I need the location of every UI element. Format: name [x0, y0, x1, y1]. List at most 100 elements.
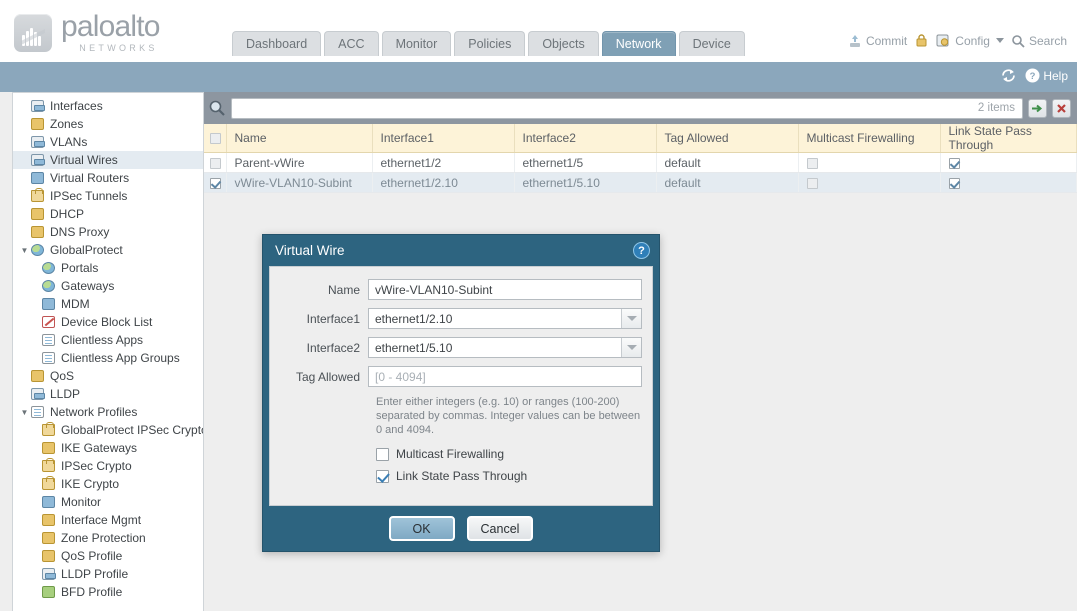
- interface-mgmt-icon: [41, 513, 57, 527]
- column-header-link-state-pass-through[interactable]: Link State Pass Through: [940, 124, 1077, 153]
- device-block-list-icon: [41, 315, 57, 329]
- sidebar-item-label: QoS: [50, 369, 75, 383]
- tab-acc[interactable]: ACC: [324, 31, 379, 56]
- config-menu[interactable]: Config: [936, 33, 1004, 48]
- row-name-cell: Parent-vWire: [226, 152, 373, 173]
- column-header-name[interactable]: Name: [226, 124, 373, 153]
- commit-button[interactable]: Commit: [848, 34, 907, 48]
- sidebar-item-lldp-profile[interactable]: LLDP Profile: [13, 565, 203, 583]
- row-select-cell[interactable]: [204, 172, 227, 193]
- paloalto-logo-icon: [14, 13, 52, 52]
- cancel-button[interactable]: Cancel: [466, 516, 534, 541]
- sidebar-item-label: MDM: [61, 297, 90, 311]
- sidebar-item-device-block-list[interactable]: Device Block List: [13, 313, 203, 331]
- tab-device[interactable]: Device: [678, 31, 745, 56]
- sidebar-item-mdm[interactable]: MDM: [13, 295, 203, 313]
- sidebar-item-ike-crypto[interactable]: IKE Crypto: [13, 475, 203, 493]
- name-input[interactable]: vWire-VLAN10-Subint: [368, 279, 642, 300]
- tab-policies[interactable]: Policies: [454, 31, 526, 56]
- portals-icon: [41, 261, 57, 275]
- tab-objects[interactable]: Objects: [528, 31, 599, 56]
- multicast-firewalling-row[interactable]: Multicast Firewalling: [376, 447, 642, 461]
- sidebar-item-virtual-routers[interactable]: Virtual Routers: [13, 169, 203, 187]
- row-tag-allowed-cell: default: [656, 172, 799, 193]
- column-header-interface2[interactable]: Interface2: [514, 124, 657, 153]
- refresh-icon[interactable]: [1000, 67, 1017, 84]
- brand-logo: paloalto NETWORKS: [14, 12, 161, 53]
- sidebar-item-dhcp[interactable]: DHCP: [13, 205, 203, 223]
- help-button[interactable]: ? Help: [1025, 68, 1068, 83]
- select-all-checkbox[interactable]: [210, 133, 221, 144]
- arrow-right-icon: [1032, 104, 1043, 112]
- sidebar-item-network-profiles[interactable]: ▼ Network Profiles: [13, 403, 203, 421]
- chevron-down-icon: [995, 38, 1004, 43]
- sidebar-item-qos[interactable]: QoS: [13, 367, 203, 385]
- sidebar-item-qos-profile[interactable]: QoS Profile: [13, 547, 203, 565]
- interface1-dropdown-button[interactable]: [621, 309, 641, 328]
- interface1-field-row: Interface1 ethernet1/2.10: [280, 308, 642, 329]
- link-state-pass-through-checkbox[interactable]: [376, 469, 389, 483]
- sidebar-item-interfaces[interactable]: Interfaces: [13, 97, 203, 115]
- navigation-sidebar[interactable]: Interfaces Zones VLANs Virtual Wires Virtual…: [12, 92, 204, 611]
- search-menu[interactable]: Search: [1011, 34, 1067, 48]
- column-header-interface1[interactable]: Interface1: [372, 124, 515, 153]
- sidebar-item-globalprotect[interactable]: ▼ GlobalProtect: [13, 241, 203, 259]
- tab-monitor[interactable]: Monitor: [381, 31, 452, 56]
- search-input[interactable]: 2 items: [231, 97, 1023, 119]
- interface2-dropdown-button[interactable]: [621, 338, 641, 357]
- interface2-value: ethernet1/5.10: [375, 340, 453, 355]
- tab-network[interactable]: Network: [601, 31, 676, 56]
- sidebar-item-portals[interactable]: Portals: [13, 259, 203, 277]
- ike-gateways-icon: [41, 441, 57, 455]
- lock-icon[interactable]: [914, 33, 929, 48]
- sidebar-item-bfd-profile[interactable]: BFD Profile: [13, 583, 203, 601]
- sidebar-item-gateways[interactable]: Gateways: [13, 277, 203, 295]
- interface2-select[interactable]: ethernet1/5.10: [368, 337, 642, 358]
- sidebar-item-clientless-app-groups[interactable]: Clientless App Groups: [13, 349, 203, 367]
- row-select-cell[interactable]: [204, 152, 227, 173]
- search-icon[interactable]: [208, 99, 226, 117]
- clear-filter-button[interactable]: [1052, 98, 1071, 118]
- interface1-select[interactable]: ethernet1/2.10: [368, 308, 642, 329]
- sidebar-item-lldp[interactable]: LLDP: [13, 385, 203, 403]
- row-checkbox[interactable]: [210, 157, 221, 169]
- sidebar-item-globalprotect-ipsec-crypto[interactable]: GlobalProtect IPSec Crypto: [13, 421, 203, 439]
- sidebar-item-label: Virtual Wires: [50, 153, 118, 167]
- select-all-header[interactable]: [204, 124, 227, 153]
- sidebar-item-interface-mgmt[interactable]: Interface Mgmt: [13, 511, 203, 529]
- sidebar-item-ipsec-crypto[interactable]: IPSec Crypto: [13, 457, 203, 475]
- sidebar-item-zones[interactable]: Zones: [13, 115, 203, 133]
- sidebar-item-label: VLANs: [50, 135, 88, 149]
- sidebar-item-virtual-wires[interactable]: Virtual Wires: [13, 151, 203, 169]
- sidebar-item-dns-proxy[interactable]: DNS Proxy: [13, 223, 203, 241]
- sidebar-item-zone-protection[interactable]: Zone Protection: [13, 529, 203, 547]
- table-row[interactable]: vWire-VLAN10-Subint ethernet1/2.10 etherne…: [204, 172, 1077, 193]
- sidebar-item-monitor[interactable]: Monitor: [13, 493, 203, 511]
- dialog-help-icon[interactable]: ?: [633, 242, 650, 259]
- link-state-pass-through-row[interactable]: Link State Pass Through: [376, 469, 642, 483]
- expand-collapse-icon[interactable]: ▼: [19, 408, 30, 417]
- column-header-multicast-firewalling[interactable]: Multicast Firewalling: [798, 124, 941, 153]
- row-link-state-pass-through-cell: [940, 172, 1077, 193]
- apply-filter-button[interactable]: [1028, 98, 1047, 118]
- expand-collapse-icon[interactable]: ▼: [19, 246, 30, 255]
- sidebar-item-label: Monitor: [61, 495, 102, 509]
- tag-allowed-input[interactable]: [0 - 4094]: [368, 366, 642, 387]
- row-multicast-firewalling-cell: [798, 152, 941, 173]
- sidebar-item-vlans[interactable]: VLANs: [13, 133, 203, 151]
- chevron-down-icon: [626, 316, 637, 321]
- chevron-down-icon: [626, 345, 637, 350]
- table-row[interactable]: Parent-vWire ethernet1/2 ethernet1/5 defaul…: [204, 152, 1077, 173]
- sidebar-item-label: Zone Protection: [61, 531, 146, 545]
- sub-header-band: ? Help: [0, 62, 1077, 92]
- sidebar-item-clientless-apps[interactable]: Clientless Apps: [13, 331, 203, 349]
- sidebar-item-ike-gateways[interactable]: IKE Gateways: [13, 439, 203, 457]
- row-interface2-cell: ethernet1/5: [514, 152, 657, 173]
- row-checkbox[interactable]: [210, 177, 221, 189]
- tab-dashboard[interactable]: Dashboard: [232, 31, 322, 56]
- multicast-firewalling-checkbox[interactable]: [376, 447, 389, 461]
- column-header-tag-allowed[interactable]: Tag Allowed: [656, 124, 799, 153]
- clientless-app-groups-icon: [41, 351, 57, 365]
- ok-button[interactable]: OK: [388, 516, 455, 541]
- sidebar-item-ipsec-tunnels[interactable]: IPSec Tunnels: [13, 187, 203, 205]
